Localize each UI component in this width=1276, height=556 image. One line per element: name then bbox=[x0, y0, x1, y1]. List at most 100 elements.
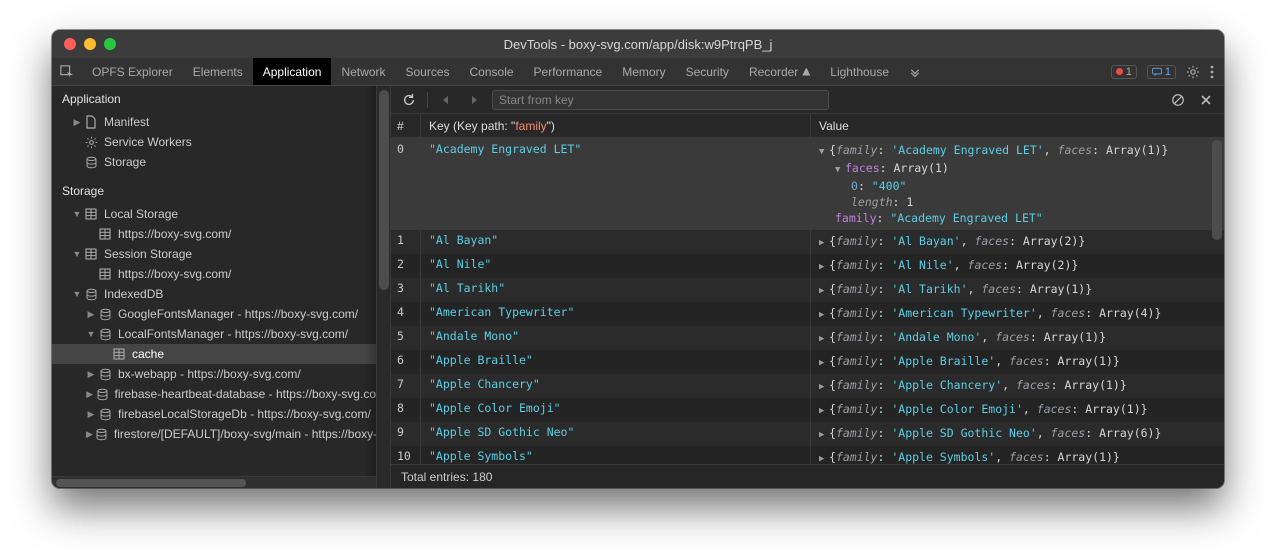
tab-overflow-button[interactable] bbox=[899, 58, 931, 85]
gear-icon bbox=[84, 135, 98, 149]
chevron-right-icon[interactable]: ▶ bbox=[86, 369, 96, 380]
sidebar-section-storage: Storage bbox=[52, 178, 376, 204]
tab-console[interactable]: Console bbox=[460, 58, 524, 85]
tabstrip: OPFS ExplorerElementsApplicationNetworkS… bbox=[52, 58, 1224, 86]
row-value[interactable]: ▶{family: 'Al Bayan', faces: Array(2)} bbox=[811, 230, 1224, 254]
tab-elements[interactable]: Elements bbox=[183, 58, 253, 85]
chevron-down-icon[interactable]: ▼ bbox=[72, 209, 82, 219]
row-index: 3 bbox=[391, 278, 421, 302]
chevron-right-icon[interactable]: ▶ bbox=[86, 389, 94, 400]
table-row[interactable]: 2"Al Nile"▶{family: 'Al Nile', faces: Ar… bbox=[391, 254, 1224, 278]
table-row[interactable]: 3"Al Tarikh"▶{family: 'Al Tarikh', faces… bbox=[391, 278, 1224, 302]
file-icon bbox=[84, 115, 98, 129]
row-value[interactable]: ▶{family: 'Al Tarikh', faces: Array(1)} bbox=[811, 278, 1224, 302]
col-key[interactable]: Key (Key path: "family") bbox=[421, 114, 811, 137]
chevron-right-icon[interactable]: ▶ bbox=[72, 117, 82, 128]
tree-node[interactable]: Service Workers bbox=[52, 132, 376, 152]
tree-node[interactable]: https://boxy-svg.com/ bbox=[52, 224, 376, 244]
chevron-down-icon[interactable]: ▼ bbox=[86, 329, 96, 339]
total-count: 180 bbox=[472, 470, 492, 484]
table-row[interactable]: 7"Apple Chancery"▶{family: 'Apple Chance… bbox=[391, 374, 1224, 398]
row-value[interactable]: ▶{family: 'Apple Chancery', faces: Array… bbox=[811, 374, 1224, 398]
db-icon bbox=[98, 367, 112, 381]
table-row[interactable]: 9"Apple SD Gothic Neo"▶{family: 'Apple S… bbox=[391, 422, 1224, 446]
tree-node[interactable]: ▶GoogleFontsManager - https://boxy-svg.c… bbox=[52, 304, 376, 324]
tree-node[interactable]: ▶firebaseLocalStorageDb - https://boxy-s… bbox=[52, 404, 376, 424]
table-row[interactable]: 5"Andale Mono"▶{family: 'Andale Mono', f… bbox=[391, 326, 1224, 350]
chevron-right-icon[interactable]: ▶ bbox=[86, 409, 96, 420]
more-icon[interactable] bbox=[1210, 65, 1214, 79]
chevron-right-icon[interactable]: ▶ bbox=[86, 309, 96, 320]
message-badge[interactable]: 1 bbox=[1147, 65, 1176, 79]
tree-node[interactable]: Storage bbox=[52, 152, 376, 172]
col-value[interactable]: Value bbox=[811, 114, 1224, 137]
row-value[interactable]: ▶{family: 'Apple SD Gothic Neo', faces: … bbox=[811, 422, 1224, 446]
tree-node[interactable]: ▼ Local Storage bbox=[52, 204, 376, 224]
row-value[interactable]: ▶{family: 'Apple Symbols', faces: Array(… bbox=[811, 446, 1224, 464]
sidebar-vscrollbar[interactable] bbox=[377, 86, 391, 488]
tab-application[interactable]: Application bbox=[253, 58, 332, 85]
window-title: DevTools - boxy-svg.com/app/disk:w9PtrqP… bbox=[52, 37, 1224, 52]
tree-node[interactable]: cache bbox=[52, 344, 376, 364]
sidebar-hscrollbar[interactable] bbox=[52, 476, 376, 488]
tab-performance[interactable]: Performance bbox=[524, 58, 613, 85]
tree-node[interactable]: ▶ Manifest bbox=[52, 112, 376, 132]
row-value[interactable]: ▶{family: 'American Typewriter', faces: … bbox=[811, 302, 1224, 326]
row-value[interactable]: ▶{family: 'Apple Color Emoji', faces: Ar… bbox=[811, 398, 1224, 422]
tree-node-label: Manifest bbox=[104, 115, 149, 129]
row-value[interactable]: ▶{family: 'Andale Mono', faces: Array(1)… bbox=[811, 326, 1224, 350]
tab-network[interactable]: Network bbox=[331, 58, 395, 85]
tree-node[interactable]: ▼LocalFontsManager - https://boxy-svg.co… bbox=[52, 324, 376, 344]
prev-page-icon[interactable] bbox=[436, 90, 456, 110]
grid-icon bbox=[98, 227, 112, 241]
table-row[interactable]: 0"Academy Engraved LET"▼{family: 'Academ… bbox=[391, 138, 1224, 230]
row-key: "Al Tarikh" bbox=[421, 278, 811, 302]
tree-node-label: Service Workers bbox=[104, 135, 192, 149]
table-row[interactable]: 1"Al Bayan"▶{family: 'Al Bayan', faces: … bbox=[391, 230, 1224, 254]
delete-selected-icon[interactable] bbox=[1196, 90, 1216, 110]
clear-objectstore-icon[interactable] bbox=[1168, 90, 1188, 110]
sidebar-section-application: Application bbox=[52, 86, 376, 112]
tree-node[interactable]: ▶firestore/[DEFAULT]/boxy-svg/main - htt… bbox=[52, 424, 376, 444]
tab-opfs-explorer[interactable]: OPFS Explorer bbox=[82, 58, 183, 85]
tree-node[interactable]: ▼IndexedDB bbox=[52, 284, 376, 304]
chevron-down-icon[interactable]: ▼ bbox=[72, 289, 82, 299]
row-index: 1 bbox=[391, 230, 421, 254]
row-value[interactable]: ▼{family: 'Academy Engraved LET', faces:… bbox=[811, 138, 1224, 230]
table-row[interactable]: 6"Apple Braille"▶{family: 'Apple Braille… bbox=[391, 350, 1224, 374]
tree-node-label: https://boxy-svg.com/ bbox=[118, 227, 231, 241]
tree-node-label: Storage bbox=[104, 155, 146, 169]
tree-node[interactable]: ▶firebase-heartbeat-database - https://b… bbox=[52, 384, 376, 404]
tree-node-label: https://boxy-svg.com/ bbox=[118, 267, 231, 281]
chevron-down-icon[interactable]: ▼ bbox=[72, 249, 82, 259]
body: Application ▶ Manifest Service Workers Stor… bbox=[52, 86, 1224, 488]
table-row[interactable]: 10"Apple Symbols"▶{family: 'Apple Symbol… bbox=[391, 446, 1224, 464]
table-vscrollbar[interactable] bbox=[1212, 140, 1222, 240]
row-value[interactable]: ▶{family: 'Apple Braille', faces: Array(… bbox=[811, 350, 1224, 374]
error-badge[interactable]: 1 bbox=[1111, 65, 1137, 79]
tab-security[interactable]: Security bbox=[676, 58, 739, 85]
tab-lighthouse[interactable]: Lighthouse bbox=[820, 58, 899, 85]
row-value[interactable]: ▶{family: 'Al Nile', faces: Array(2)} bbox=[811, 254, 1224, 278]
tree-node-label: Session Storage bbox=[104, 247, 192, 261]
tree-node-label: Local Storage bbox=[104, 207, 178, 221]
tab-sources[interactable]: Sources bbox=[395, 58, 459, 85]
inspect-element-icon[interactable] bbox=[52, 58, 82, 85]
settings-icon[interactable] bbox=[1186, 65, 1200, 79]
tree-node[interactable]: ▼ Session Storage bbox=[52, 244, 376, 264]
tree-node[interactable]: ▶bx-webapp - https://boxy-svg.com/ bbox=[52, 364, 376, 384]
tree-node[interactable]: https://boxy-svg.com/ bbox=[52, 264, 376, 284]
row-index: 2 bbox=[391, 254, 421, 278]
grid-icon bbox=[84, 247, 98, 261]
table-row[interactable]: 4"American Typewriter"▶{family: 'America… bbox=[391, 302, 1224, 326]
next-page-icon[interactable] bbox=[464, 90, 484, 110]
refresh-icon[interactable] bbox=[399, 90, 419, 110]
col-index[interactable]: # bbox=[391, 114, 421, 137]
tab-memory[interactable]: Memory bbox=[612, 58, 675, 85]
row-key: "Apple Chancery" bbox=[421, 374, 811, 398]
chevron-right-icon[interactable]: ▶ bbox=[86, 429, 93, 440]
start-from-key-input[interactable] bbox=[492, 90, 829, 110]
titlebar: DevTools - boxy-svg.com/app/disk:w9PtrqP… bbox=[52, 30, 1224, 58]
table-row[interactable]: 8"Apple Color Emoji"▶{family: 'Apple Col… bbox=[391, 398, 1224, 422]
tab-recorder[interactable]: Recorder bbox=[739, 58, 820, 85]
